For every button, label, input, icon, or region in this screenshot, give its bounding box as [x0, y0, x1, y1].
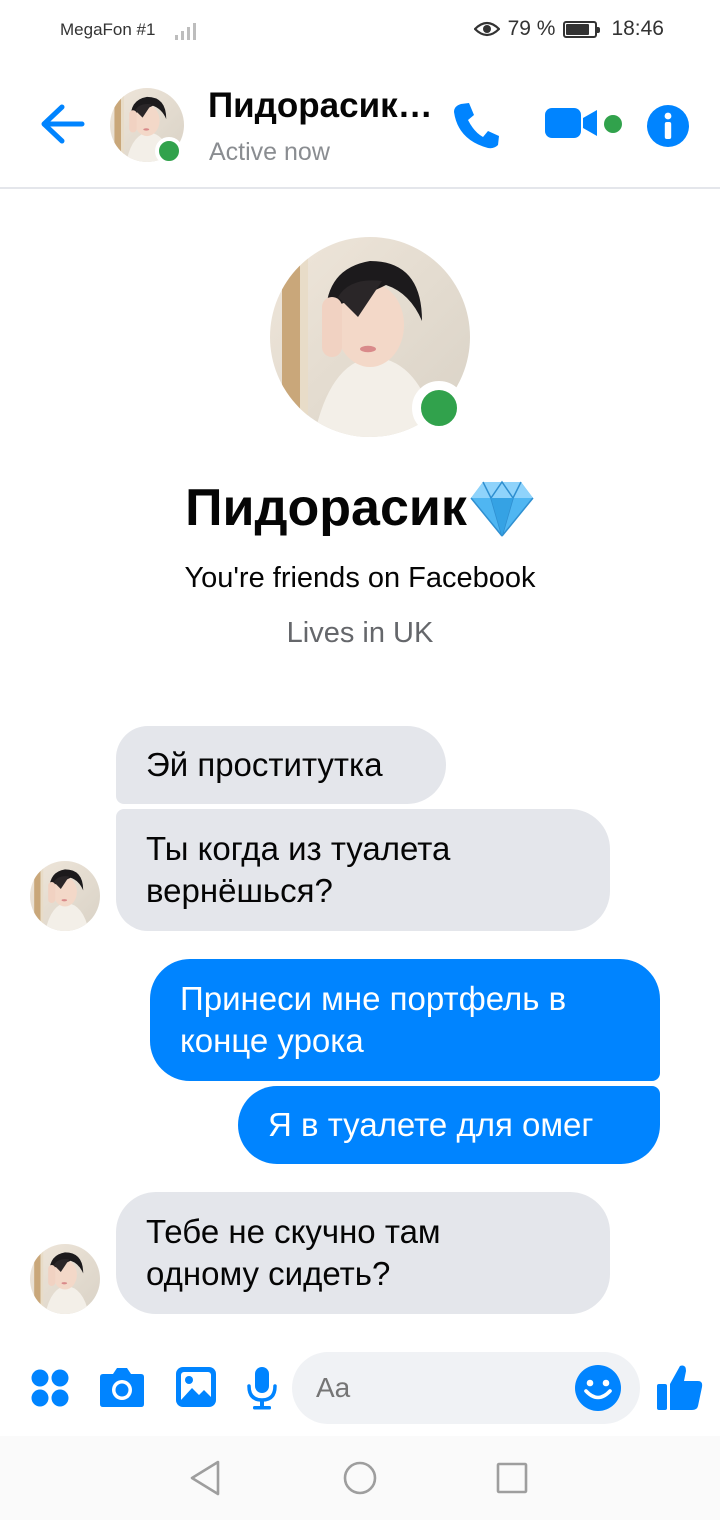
message-composer: [0, 1340, 720, 1436]
profile-name: Пидорасик: [185, 479, 467, 537]
contact-status: Active now: [209, 138, 330, 166]
carrier-name: MegaFon #1: [60, 20, 156, 39]
message-bubble-outgoing[interactable]: Принеси мне портфель в конце урока: [150, 959, 660, 1081]
camera-icon[interactable]: [99, 1366, 145, 1408]
nav-home-icon[interactable]: [340, 1458, 380, 1498]
message-input[interactable]: [316, 1372, 556, 1404]
clock: 18:46: [611, 17, 664, 40]
chat-header: Пидорасик… Active now: [0, 62, 720, 189]
thumbs-up-icon[interactable]: [656, 1362, 704, 1412]
nav-recents-icon[interactable]: [492, 1458, 532, 1498]
profile-name-row: Пидорасик: [0, 478, 720, 538]
eye-comfort-icon: [473, 21, 500, 37]
battery-percent: 79 %: [507, 17, 556, 40]
message-bubble-incoming[interactable]: Ты когда из туалета вернёшься?: [116, 809, 610, 931]
microphone-icon[interactable]: [246, 1366, 278, 1410]
online-indicator: [155, 137, 183, 165]
sender-avatar[interactable]: [30, 861, 100, 931]
phone-icon[interactable]: [452, 100, 500, 150]
status-bar: MegaFon #1 79 % 18:46: [0, 0, 720, 62]
nav-back-icon[interactable]: [186, 1458, 226, 1498]
friends-text: You're friends on Facebook: [184, 562, 536, 594]
lives-text: Lives in UK: [286, 617, 434, 649]
status-right: 79 % 18:46: [473, 17, 664, 41]
battery-icon: [563, 20, 601, 38]
contact-name[interactable]: Пидорасик…: [208, 86, 433, 126]
sender-avatar[interactable]: [30, 1244, 100, 1314]
video-active-indicator: [604, 115, 622, 133]
message-bubble-incoming[interactable]: Эй проститутка: [116, 726, 446, 804]
apps-grid-icon[interactable]: [30, 1368, 70, 1408]
signal-strength-icon: [175, 22, 196, 40]
back-arrow-icon[interactable]: [38, 102, 86, 146]
gallery-icon[interactable]: [175, 1366, 217, 1408]
gem-icon: [470, 480, 534, 537]
smiley-icon[interactable]: [574, 1364, 622, 1412]
info-icon[interactable]: [646, 104, 690, 148]
system-navigation-bar: [0, 1436, 720, 1520]
video-camera-icon[interactable]: [545, 107, 599, 139]
message-input-box[interactable]: [292, 1352, 640, 1424]
message-bubble-incoming[interactable]: Тебе не скучно там одному сидеть?: [116, 1192, 610, 1314]
message-bubble-outgoing[interactable]: Я в туалете для омег: [238, 1086, 660, 1164]
profile-online-indicator: [412, 381, 466, 435]
